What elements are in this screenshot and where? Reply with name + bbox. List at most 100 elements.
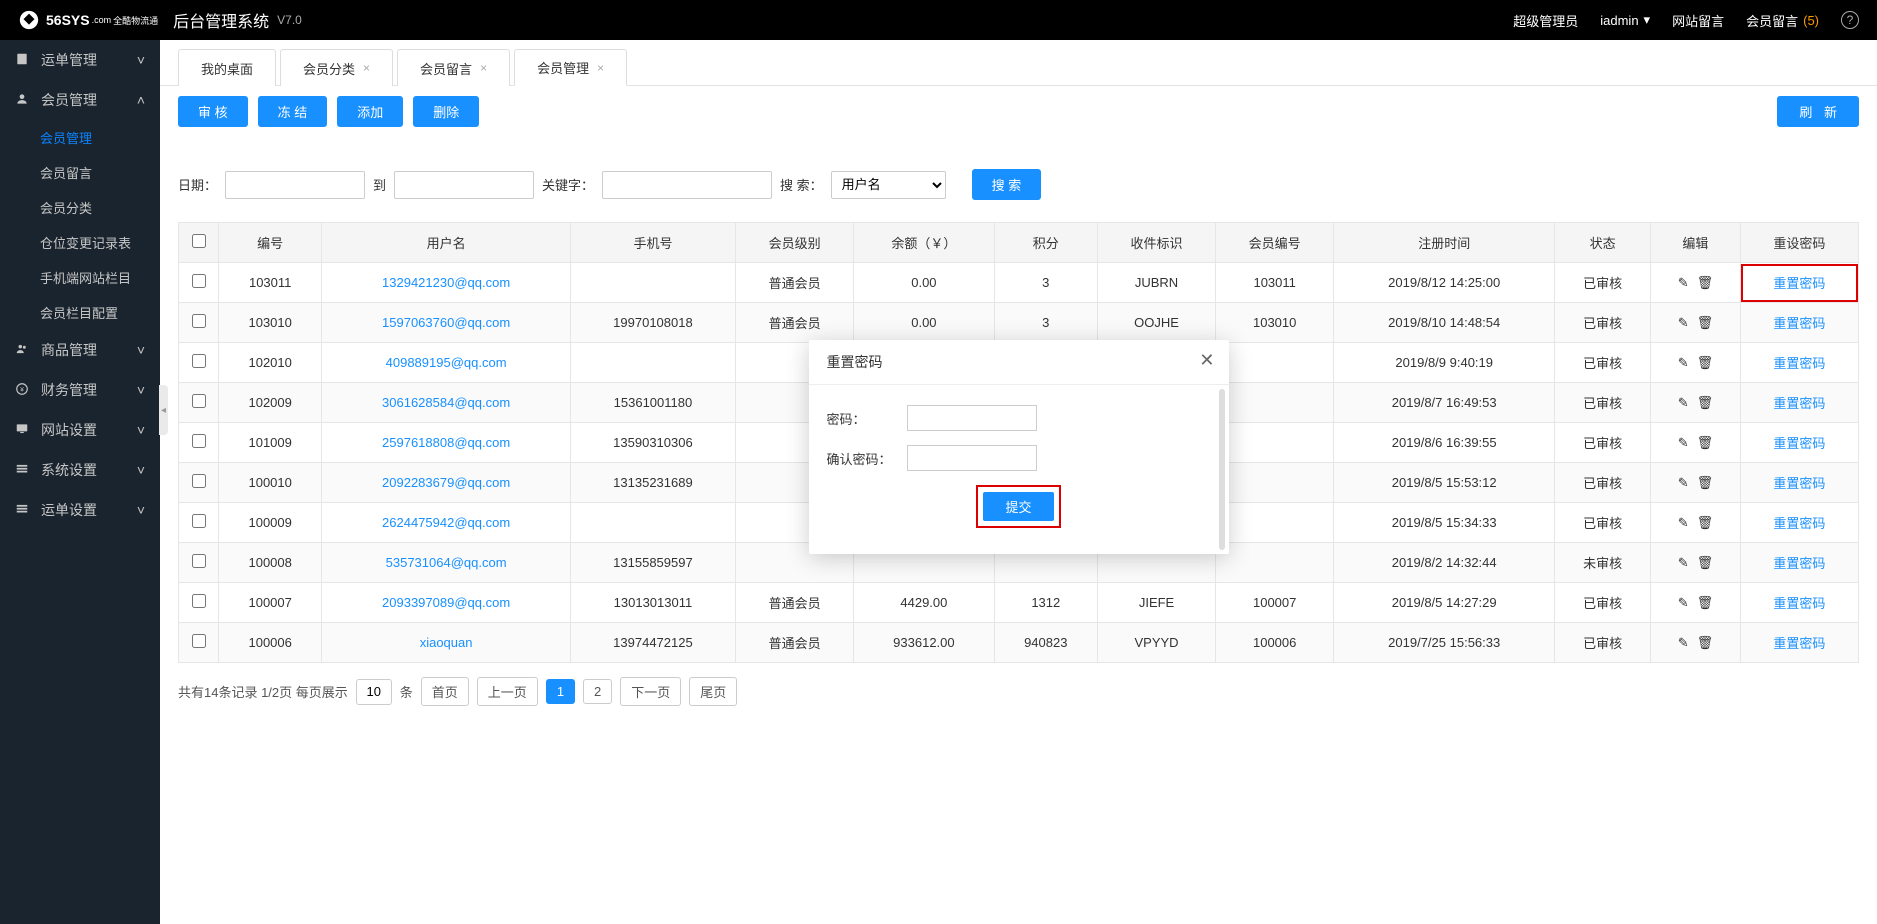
nav-sub-item-1[interactable]: 会员留言 [0, 155, 160, 190]
edit-icon[interactable]: ✎ [1678, 435, 1689, 451]
edit-icon[interactable]: ✎ [1678, 515, 1689, 531]
delete-icon[interactable]: 🗑 [1697, 515, 1714, 531]
edit-icon[interactable]: ✎ [1678, 635, 1689, 651]
submit-button[interactable]: 提交 [983, 492, 1053, 521]
cell-phone: 15361001180 [570, 383, 735, 423]
freeze-button[interactable]: 冻 结 [258, 96, 328, 127]
refresh-button[interactable]: 刷 新 [1777, 96, 1859, 127]
delete-icon[interactable]: 🗑 [1697, 355, 1714, 371]
nav-item-2[interactable]: 商品管理˅ [0, 330, 160, 370]
delete-icon[interactable]: 🗑 [1697, 435, 1714, 451]
edit-icon[interactable]: ✎ [1678, 595, 1689, 611]
row-checkbox[interactable] [192, 634, 206, 648]
username-link[interactable]: 1597063760@qq.com [382, 315, 510, 330]
tab-close-icon[interactable]: × [480, 61, 487, 75]
nav-item-4[interactable]: 网站设置˅ [0, 410, 160, 450]
search-by-select[interactable]: 用户名 [831, 171, 946, 199]
row-checkbox[interactable] [192, 394, 206, 408]
pager-prev[interactable]: 上一页 [477, 677, 538, 706]
nav-item-6[interactable]: 运单设置˅ [0, 490, 160, 530]
reset-password-link[interactable]: 重置密码 [1773, 596, 1825, 611]
edit-icon[interactable]: ✎ [1678, 395, 1689, 411]
reset-password-link[interactable]: 重置密码 [1773, 316, 1825, 331]
delete-icon[interactable]: 🗑 [1697, 595, 1714, 611]
username-link[interactable]: 535731064@qq.com [386, 555, 507, 570]
username-link[interactable]: 2093397089@qq.com [382, 595, 510, 610]
nav-label: 运单设置 [41, 500, 97, 520]
tab-2[interactable]: 会员留言× [397, 49, 510, 86]
username-link[interactable]: xiaoquan [420, 635, 473, 650]
username-link[interactable]: 409889195@qq.com [386, 355, 507, 370]
edit-icon[interactable]: ✎ [1678, 475, 1689, 491]
pager-next[interactable]: 下一页 [620, 677, 681, 706]
keyword-input[interactable] [602, 171, 772, 199]
nav-item-3[interactable]: ¥财务管理˅ [0, 370, 160, 410]
username-link[interactable]: 2092283679@qq.com [382, 475, 510, 490]
username-link[interactable]: 3061628584@qq.com [382, 395, 510, 410]
nav-sub-item-0[interactable]: 会员管理 [0, 120, 160, 155]
reset-password-link[interactable]: 重置密码 [1773, 396, 1825, 411]
username-link[interactable]: 2624475942@qq.com [382, 515, 510, 530]
reset-password-link[interactable]: 重置密码 [1773, 476, 1825, 491]
nav-sub-item-2[interactable]: 会员分类 [0, 190, 160, 225]
pager-last[interactable]: 尾页 [689, 677, 737, 706]
reset-password-link[interactable]: 重置密码 [1773, 556, 1825, 571]
reset-password-link[interactable]: 重置密码 [1773, 276, 1825, 291]
tab-close-icon[interactable]: × [363, 61, 370, 75]
nav-item-1[interactable]: 会员管理˄ [0, 80, 160, 120]
add-button[interactable]: 添加 [337, 96, 403, 127]
edit-icon[interactable]: ✎ [1678, 275, 1689, 291]
delete-button[interactable]: 删除 [413, 96, 479, 127]
tab-close-icon[interactable]: × [597, 61, 604, 75]
row-checkbox[interactable] [192, 314, 206, 328]
nav-sub-item-5[interactable]: 会员栏目配置 [0, 295, 160, 330]
reset-password-link[interactable]: 重置密码 [1773, 436, 1825, 451]
nav-sub-item-4[interactable]: 手机端网站栏目 [0, 260, 160, 295]
page-size-input[interactable] [356, 679, 392, 705]
password-input[interactable] [907, 405, 1037, 431]
pager-page-2[interactable]: 2 [583, 679, 612, 704]
delete-icon[interactable]: 🗑 [1697, 395, 1714, 411]
edit-icon[interactable]: ✎ [1678, 555, 1689, 571]
username-link[interactable]: 1329421230@qq.com [382, 275, 510, 290]
delete-icon[interactable]: 🗑 [1697, 555, 1714, 571]
reset-password-link[interactable]: 重置密码 [1773, 636, 1825, 651]
row-checkbox[interactable] [192, 274, 206, 288]
reset-password-link[interactable]: 重置密码 [1773, 356, 1825, 371]
row-checkbox[interactable] [192, 594, 206, 608]
member-messages-link[interactable]: 会员留言 (5) [1746, 11, 1819, 30]
cell-user: 2092283679@qq.com [322, 463, 570, 503]
username-link[interactable]: 2597618808@qq.com [382, 435, 510, 450]
user-menu[interactable]: iadmin▾ [1600, 12, 1650, 28]
select-all-checkbox[interactable] [192, 234, 206, 248]
row-checkbox[interactable] [192, 474, 206, 488]
date-from-input[interactable] [225, 171, 365, 199]
reset-password-link[interactable]: 重置密码 [1773, 516, 1825, 531]
row-checkbox[interactable] [192, 514, 206, 528]
audit-button[interactable]: 审 核 [178, 96, 248, 127]
delete-icon[interactable]: 🗑 [1697, 315, 1714, 331]
nav-sub-item-3[interactable]: 仓位变更记录表 [0, 225, 160, 260]
nav-item-0[interactable]: 运单管理˅ [0, 40, 160, 80]
delete-icon[interactable]: 🗑 [1697, 275, 1714, 291]
edit-icon[interactable]: ✎ [1678, 315, 1689, 331]
confirm-password-input[interactable] [907, 445, 1037, 471]
tab-1[interactable]: 会员分类× [280, 49, 393, 86]
edit-icon[interactable]: ✎ [1678, 355, 1689, 371]
sidebar-collapse-handle[interactable]: ◂ [159, 385, 168, 435]
row-checkbox[interactable] [192, 354, 206, 368]
pager-first[interactable]: 首页 [421, 677, 469, 706]
nav-item-5[interactable]: 系统设置˅ [0, 450, 160, 490]
site-messages-link[interactable]: 网站留言 [1672, 11, 1724, 30]
date-to-input[interactable] [394, 171, 534, 199]
row-checkbox[interactable] [192, 434, 206, 448]
delete-icon[interactable]: 🗑 [1697, 475, 1714, 491]
modal-close-icon[interactable]: ✕ [1199, 350, 1214, 371]
search-button[interactable]: 搜 索 [972, 169, 1042, 200]
delete-icon[interactable]: 🗑 [1697, 635, 1714, 651]
pager-page-1[interactable]: 1 [546, 679, 575, 704]
tab-3[interactable]: 会员管理× [514, 49, 627, 86]
row-checkbox[interactable] [192, 554, 206, 568]
help-icon[interactable]: ? [1841, 11, 1859, 29]
tab-0[interactable]: 我的桌面 [178, 49, 276, 86]
